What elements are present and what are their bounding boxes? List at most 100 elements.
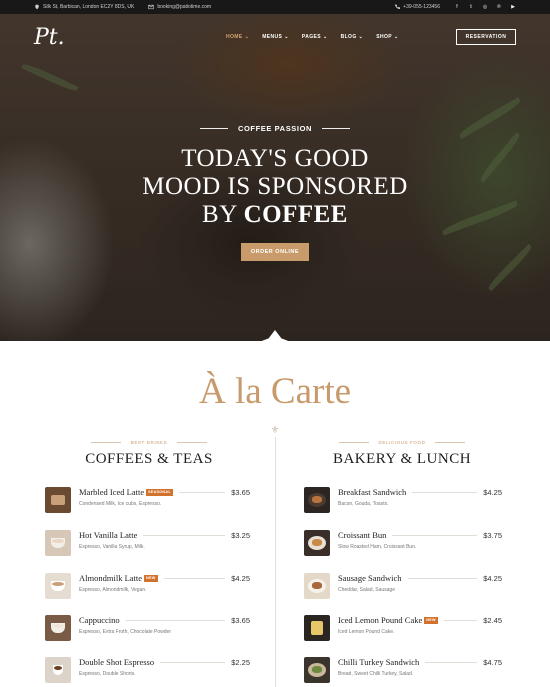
twitter-icon[interactable]: 𝕥 bbox=[468, 4, 474, 10]
item-name: Double Shot Espresso bbox=[79, 657, 155, 667]
drinks-heading: COFFEES & TEAS bbox=[85, 451, 213, 467]
reservation-button[interactable]: RESERVATION bbox=[456, 29, 516, 45]
new-badge: NEW bbox=[424, 616, 438, 624]
order-online-button[interactable]: ORDER ONLINE bbox=[240, 243, 310, 261]
item-name: Cappuccino bbox=[79, 615, 120, 625]
instagram-icon[interactable]: ◎ bbox=[482, 4, 488, 10]
nav-menu: HOME ⌄ MENUS ⌄ PAGES ⌄ BLOG ⌄ SHOP ⌄ bbox=[226, 34, 399, 40]
menu-item[interactable]: Cappuccino $3.65 Espresso, Extra Froth, Ch… bbox=[45, 614, 250, 644]
carte-title: À la Carte bbox=[198, 371, 352, 412]
new-badge: NEW bbox=[144, 574, 158, 582]
pinterest-icon[interactable]: ℗ bbox=[496, 4, 502, 10]
item-description: Espresso, Extra Froth, Chocolate Powder bbox=[79, 629, 171, 635]
youtube-icon[interactable]: ▶ bbox=[510, 4, 516, 10]
address-info: Silk St, Barbican, London EC2Y 8DS, UK bbox=[34, 4, 134, 10]
seasonal-badge: SEASONAL bbox=[146, 488, 173, 496]
menu-item[interactable]: Croissant Bun $3.75 Slow Roasted Ham, Croi… bbox=[304, 529, 502, 559]
item-name: Chilli Turkey Sandwich bbox=[338, 657, 420, 667]
headline-line-2: MOOD IS SPONSORED bbox=[142, 173, 408, 200]
kicker-line bbox=[322, 128, 351, 129]
ornament-icon: ⚜ bbox=[268, 425, 282, 437]
nav-item-shop[interactable]: SHOP ⌄ bbox=[376, 34, 398, 40]
phone-icon bbox=[395, 4, 401, 9]
item-description: Espresso, Double Shorts. bbox=[79, 671, 136, 677]
column-divider bbox=[275, 432, 276, 687]
item-thumbnail bbox=[45, 530, 71, 556]
item-price: $4.25 bbox=[483, 487, 502, 497]
item-price: $2.25 bbox=[231, 657, 250, 667]
item-thumbnail bbox=[304, 530, 330, 556]
address-text: Silk St, Barbican, London EC2Y 8DS, UK bbox=[43, 4, 135, 10]
menu-item[interactable]: Hot Vanilla Latte $3.25 Espresso, Vanilla … bbox=[45, 529, 250, 559]
menu-item[interactable]: Chilli Turkey Sandwich $4.75 Bread, Sweet … bbox=[304, 656, 502, 686]
drinks-subtitle: BEST DRINKS bbox=[34, 440, 264, 445]
chevron-down-icon: ⌄ bbox=[358, 34, 364, 40]
item-price: $3.25 bbox=[231, 530, 250, 540]
item-thumbnail bbox=[304, 657, 330, 683]
menu-item[interactable]: Almondmilk Latte NEW $4.25 Espresso, Almond… bbox=[45, 572, 250, 602]
food-subtitle: DELICIOUS FOOD bbox=[287, 440, 517, 445]
item-thumbnail bbox=[45, 573, 71, 599]
nav-item-pages[interactable]: PAGES ⌄ bbox=[302, 34, 328, 40]
menu-item[interactable]: Sausage Sandwich $4.25 Cheddar, Salad, Sau… bbox=[304, 572, 502, 602]
headline-line-3: BY COFFEE bbox=[202, 201, 348, 228]
hero-kicker: COFFEE PASSION bbox=[0, 124, 550, 133]
item-description: Iced Lemon Pound Cake. bbox=[338, 629, 395, 635]
item-description: Cheddar, Salad, Sausage bbox=[338, 587, 395, 593]
item-thumbnail bbox=[45, 657, 71, 683]
chevron-down-icon: ⌄ bbox=[284, 34, 289, 40]
email-text[interactable]: booking@patiotime.com bbox=[157, 4, 211, 10]
nav-item-home[interactable]: HOME ⌄ bbox=[226, 34, 249, 40]
kicker-text: COFFEE PASSION bbox=[237, 124, 313, 133]
food-column: DELICIOUS FOOD BAKERY & LUNCH bbox=[287, 440, 517, 468]
headline-line-1: TODAY'S GOOD bbox=[181, 145, 369, 172]
item-name: Hot Vanilla Latte bbox=[79, 530, 138, 540]
main-nav: Pt. HOME ⌄ MENUS ⌄ PAGES ⌄ BLOG ⌄ SHOP ⌄ RESE… bbox=[0, 14, 550, 60]
item-thumbnail bbox=[304, 573, 330, 599]
item-description: Espresso, Almondmilk, Vegan. bbox=[79, 587, 147, 593]
menu-item[interactable]: Marbled Iced Latte SEASONAL $3.65 Condensed… bbox=[45, 486, 250, 516]
site-logo[interactable]: Pt. bbox=[34, 25, 84, 50]
item-thumbnail bbox=[304, 615, 330, 641]
item-name: Almondmilk Latte bbox=[79, 573, 143, 583]
chevron-down-icon: ⌄ bbox=[323, 34, 328, 40]
food-heading: BAKERY & LUNCH bbox=[332, 451, 472, 467]
item-price: $3.65 bbox=[231, 615, 250, 625]
menu-item[interactable]: Iced Lemon Pound Cake NEW $2.45 Iced Lemon … bbox=[304, 614, 502, 644]
nav-item-menus[interactable]: MENUS ⌄ bbox=[262, 34, 289, 40]
menu-item[interactable]: Breakfast Sandwich $4.25 Bacon, Gouda, Toa… bbox=[304, 486, 502, 516]
top-bar: Silk St, Barbican, London EC2Y 8DS, UK b… bbox=[0, 0, 550, 14]
chevron-down-icon: ⌄ bbox=[394, 34, 399, 40]
item-thumbnail bbox=[304, 487, 330, 513]
map-pin-icon bbox=[35, 4, 39, 10]
item-price: $4.25 bbox=[231, 573, 250, 583]
mail-icon bbox=[148, 4, 155, 10]
item-price: $3.65 bbox=[231, 487, 250, 497]
email-info[interactable]: booking@patiotime.com bbox=[148, 4, 211, 10]
item-thumbnail bbox=[45, 615, 71, 641]
item-price: $4.25 bbox=[483, 573, 502, 583]
item-name: Sausage Sandwich bbox=[338, 573, 402, 583]
item-name: Croissant Bun bbox=[338, 530, 387, 540]
item-price: $3.75 bbox=[483, 530, 502, 540]
item-description: Slow Roasted Ham, Croissant Bun. bbox=[338, 544, 417, 550]
item-description: Condensed Milk, Ice cubs, Espresso. bbox=[79, 501, 162, 507]
item-description: Bread, Sweet Chilli Turkey, Salad. bbox=[338, 671, 414, 677]
item-description: Bacon, Gouda, Toasts. bbox=[338, 501, 389, 507]
menu-item[interactable]: Double Shot Espresso $2.25 Espresso, Doubl… bbox=[45, 656, 250, 686]
nav-item-blog[interactable]: BLOG ⌄ bbox=[341, 34, 364, 40]
facebook-icon[interactable]: f bbox=[454, 4, 460, 10]
kicker-line bbox=[199, 128, 228, 129]
hero-headline: TODAY'S GOOD MOOD IS SPONSORED BY COFFEE bbox=[0, 145, 550, 229]
chevron-down-icon: ⌄ bbox=[244, 34, 250, 40]
item-name: Marbled Iced Latte bbox=[79, 487, 145, 497]
item-description: Espresso, Vanilla Syrup, Milk. bbox=[79, 544, 145, 550]
item-price: $4.75 bbox=[483, 657, 502, 667]
phone-info[interactable]: +39-055-123456 bbox=[394, 4, 440, 10]
phone-text[interactable]: +39-055-123456 bbox=[403, 4, 440, 10]
item-price: $2.45 bbox=[483, 615, 502, 625]
item-thumbnail bbox=[45, 487, 71, 513]
item-name: Breakfast Sandwich bbox=[338, 487, 407, 497]
drinks-column: BEST DRINKS COFFEES & TEAS bbox=[34, 440, 264, 468]
hero-content: COFFEE PASSION TODAY'S GOOD MOOD IS SPON… bbox=[0, 124, 550, 261]
